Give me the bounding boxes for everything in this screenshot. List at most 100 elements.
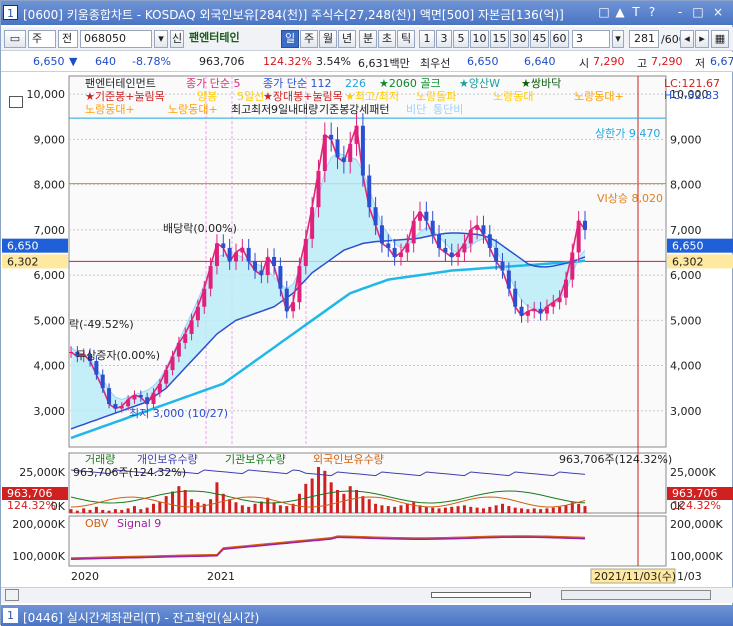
candle-body [437,234,442,248]
high-label: 고 [637,57,648,70]
price-change-pct: -8.78% [132,55,171,68]
volume-bar [551,507,555,513]
price-tick-left: 5,000 [34,314,66,327]
market-select[interactable]: 주 [28,30,56,48]
stock-code-input[interactable]: 068050 [80,30,152,48]
volume-bar [545,508,549,513]
bottom-window-titlebar[interactable]: 1 [0446] 실시간계좌관리(T) - 잔고확인(실시간) [1,605,733,626]
chart-canvas[interactable]: 10,000 10,0009,000 9,0008,000 8,0007,000 7,0… [1,72,733,587]
last-close-tag-right: 6,650 [672,240,704,253]
zoom-slider[interactable] [431,592,531,598]
candle-body [202,288,207,307]
candle-body [316,171,321,208]
candle-body [487,234,492,248]
legend-yellow-break: 노랑돌파 [416,90,456,103]
price-tick-left: 7,000 [34,224,66,237]
interval-1[interactable]: 1 [419,30,435,48]
volume-bar [297,493,301,513]
scroll-right-icon[interactable]: ▸ [695,30,709,48]
candle-body [126,399,131,407]
scroll-start-icon[interactable] [5,589,19,601]
legend-ma112: 종가 단순 112 [263,77,331,90]
interval-30[interactable]: 30 [510,30,529,48]
candle-body [551,302,556,307]
period-week[interactable]: 주 [300,30,318,48]
candle-body [506,270,511,289]
volume-bar [481,508,485,513]
volume-bar [424,506,428,513]
bar-count-input[interactable]: 281 [629,30,659,48]
crosshair-tag-left: 6,302 [7,255,39,268]
candle-body [259,270,264,276]
period-second[interactable]: 초 [378,30,396,48]
candle-body [430,220,435,235]
layout-icon[interactable]: ▦ [711,30,729,48]
legend-individual: 개인보유수량 [137,453,198,466]
volume-bar [253,503,257,513]
minimize-button[interactable]: - [673,5,687,20]
interval-3[interactable]: 3 [436,30,452,48]
legend-large: 대량 [298,103,318,116]
help-icon[interactable]: ? [645,5,659,20]
volume-bar [177,486,181,513]
candle-body [253,261,258,271]
legend-volume: 거래량 [85,453,115,466]
legend-bidan: 비단 [406,103,426,116]
interval-input[interactable]: 3 [572,30,610,48]
crosshair-tag-right: 6,302 [672,255,704,268]
volume-bar [431,507,435,513]
volume-bar [462,505,466,513]
title-bar[interactable]: 1 [0600] 키움종합차트 - KOSDAQ 외국인보유[284(천)] 주… [1,1,733,25]
panel-menu-icon[interactable] [9,96,23,108]
bid-price: 6,640 [524,55,556,68]
volume-bar [399,505,403,513]
volume-bar [405,503,409,513]
period-minute[interactable]: 분 [359,30,377,48]
up-icon[interactable]: ▲ [613,5,627,20]
candle-body [583,220,587,230]
legend-base: 기준봉 [319,103,349,116]
interval-60[interactable]: 60 [550,30,569,48]
volume-bar [69,509,73,513]
interval-spin-icon[interactable]: ▾ [612,30,624,48]
volume-bar [526,509,530,513]
candle-body [297,266,302,303]
period-month[interactable]: 월 [319,30,337,48]
candle-body [329,134,334,140]
interval-5[interactable]: 5 [453,30,469,48]
candle-body [214,243,219,267]
volume-bar [158,501,162,513]
interval-45[interactable]: 45 [530,30,549,48]
maximize-button[interactable]: □ [691,5,705,20]
x-label-2020: 2020 [71,570,99,583]
new-badge: 신 [170,30,184,48]
volume-bar [75,510,79,513]
candle-body [157,383,162,393]
upper-limit-label: 상한가 9,470 [595,127,660,140]
period-year[interactable]: 년 [338,30,356,48]
volume-bar [132,506,136,513]
volume-bar [94,506,98,513]
chart-area[interactable]: 10,000 10,000 9,000 9,000 8,000 8,000 7,000 7,0… [1,72,733,587]
stock-name: 팬엔터테인 [189,31,240,44]
interval-10[interactable]: 10 [470,30,489,48]
search-icon[interactable]: ▾ [154,30,168,48]
scroll-left-icon[interactable]: ◂ [680,30,694,48]
candle-body [284,288,289,312]
close-button[interactable]: × [711,5,725,20]
volume-bar [209,499,213,513]
interval-15[interactable]: 15 [490,30,509,48]
candle-body [354,125,359,144]
restore-icon[interactable]: □ [597,5,611,20]
period-day[interactable]: 일 [281,30,299,48]
chart-settings-button[interactable]: ▭ [4,30,26,48]
period-tick[interactable]: 틱 [397,30,415,48]
price-tick-left: 10,000 [27,88,66,101]
horizontal-scrollbar[interactable] [561,590,711,600]
candle-body [341,157,346,162]
code-search-button[interactable]: 전 [58,30,78,48]
volume-bar [107,510,111,513]
text-icon[interactable]: T [629,5,643,20]
candle-body [335,139,340,158]
trade-amount: 6,631백만 [358,57,410,70]
